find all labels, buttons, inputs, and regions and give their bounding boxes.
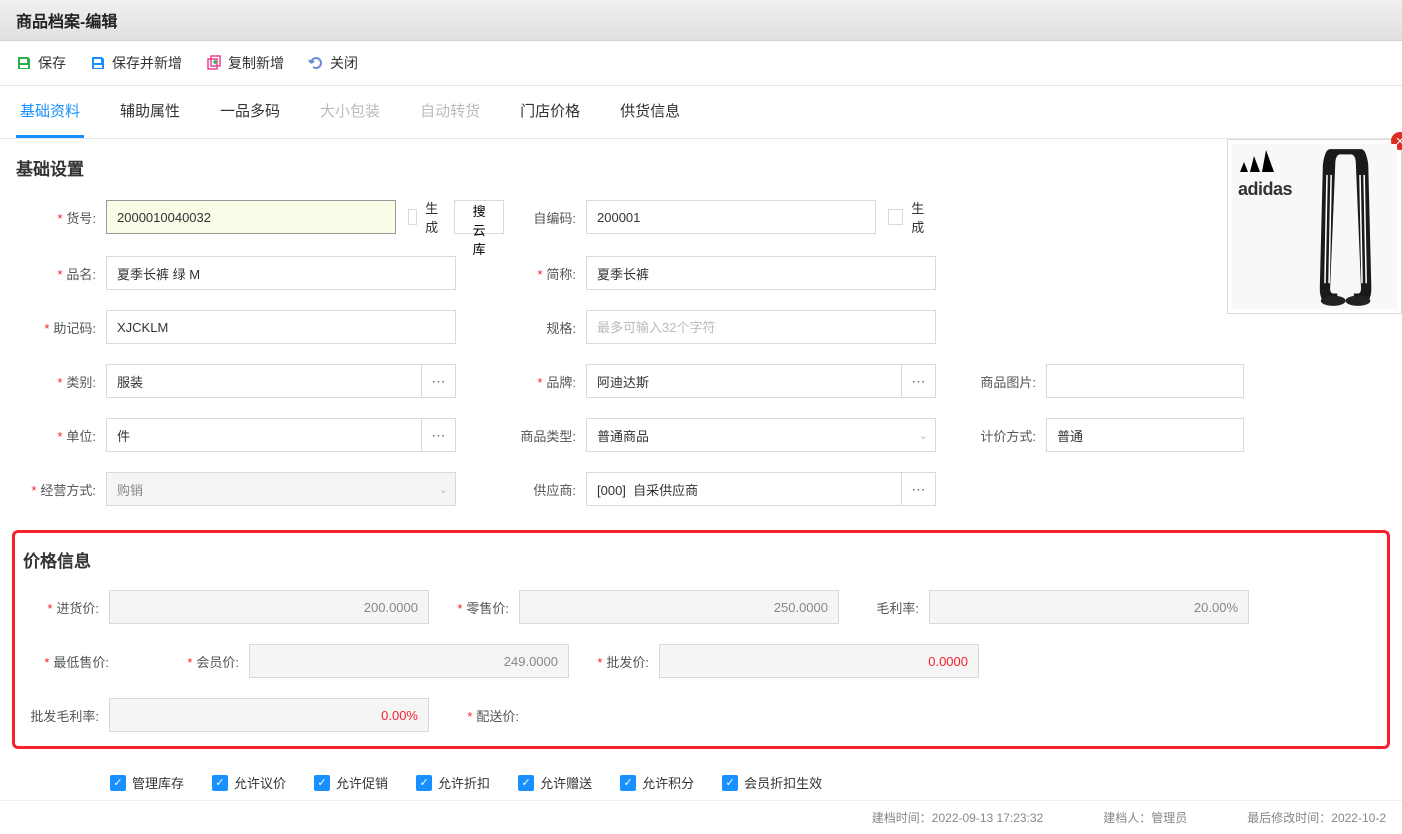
self-code-label: 自编码: (496, 208, 586, 227)
price-method-label: 计价方式: (976, 426, 1046, 445)
self-code-generate-checkbox[interactable] (888, 209, 903, 225)
brand-picker-button[interactable]: ⋯ (902, 364, 936, 398)
save-new-icon (90, 55, 106, 71)
gross-rate-input[interactable] (929, 590, 1249, 624)
mnemonic-input[interactable] (106, 310, 456, 344)
name-label: *品名: (16, 264, 106, 283)
tab-basic[interactable]: 基础资料 (16, 86, 84, 138)
product-image-box[interactable]: ✕ adidas (1227, 139, 1402, 314)
ws-gross-rate-input[interactable] (109, 698, 429, 732)
min-sale-label: *最低售价: (19, 652, 119, 671)
close-button[interactable]: 关闭 (308, 53, 358, 73)
delivery-label: *配送价: (429, 706, 529, 725)
unit-input[interactable] (106, 418, 422, 452)
tab-multicode[interactable]: 一品多码 (216, 86, 284, 138)
copy-new-label: 复制新增 (228, 53, 284, 73)
supplier-label: 供应商: (496, 480, 586, 499)
retail-label: *零售价: (429, 598, 519, 617)
generate-label: 生成 (425, 198, 438, 236)
spec-label: 规格: (496, 318, 586, 337)
undo-icon (308, 55, 324, 71)
ws-gross-rate-label: 批发毛利率: (19, 706, 109, 725)
biz-type-select[interactable] (106, 472, 456, 506)
category-picker-button[interactable]: ⋯ (422, 364, 456, 398)
item-no-generate-checkbox[interactable] (408, 209, 417, 225)
toolbar: 保存 保存并新增 复制新增 关闭 (0, 41, 1402, 86)
product-type-select[interactable] (586, 418, 936, 452)
page-title: 商品档案-编辑 (16, 8, 1386, 32)
copy-icon (206, 55, 222, 71)
tab-aux-attr[interactable]: 辅助属性 (116, 86, 184, 138)
check-manage-stock[interactable]: ✓管理库存 (110, 773, 184, 792)
member-input[interactable] (249, 644, 569, 678)
category-label: *类别: (16, 372, 106, 391)
unit-label: *单位: (16, 426, 106, 445)
member-label: *会员价: (159, 652, 249, 671)
window-header: 商品档案-编辑 (0, 0, 1402, 41)
purchase-label: *进货价: (19, 598, 109, 617)
check-allow-promo[interactable]: ✓允许促销 (314, 773, 388, 792)
short-name-input[interactable] (586, 256, 936, 290)
check-allow-gift[interactable]: ✓允许赠送 (518, 773, 592, 792)
gross-rate-label: 毛利率: (839, 598, 929, 617)
self-code-input[interactable] (586, 200, 876, 234)
item-no-label: *货号: (16, 208, 106, 227)
image-label: 商品图片: (976, 372, 1046, 391)
brand-label: *品牌: (496, 372, 586, 391)
unit-picker-button[interactable]: ⋯ (422, 418, 456, 452)
save-label: 保存 (38, 53, 66, 73)
supplier-picker-button[interactable]: ⋯ (902, 472, 936, 506)
wholesale-label: *批发价: (569, 652, 659, 671)
generate-label-2: 生成 (911, 198, 936, 236)
biz-type-label: *经营方式: (16, 480, 106, 499)
price-method-input[interactable] (1046, 418, 1244, 452)
check-allow-points[interactable]: ✓允许积分 (620, 773, 694, 792)
update-time: 最后修改时间：2022-10-2 (1247, 809, 1386, 826)
brand-input[interactable] (586, 364, 902, 398)
tab-supply[interactable]: 供货信息 (616, 86, 684, 138)
create-by: 建档人：管理员 (1103, 809, 1187, 826)
save-icon (16, 55, 32, 71)
image-input[interactable] (1046, 364, 1244, 398)
name-input[interactable] (106, 256, 456, 290)
copy-new-button[interactable]: 复制新增 (206, 53, 284, 73)
brand-logo-text: adidas (1238, 179, 1292, 200)
footer: 建档时间：2022-09-13 17:23:32 建档人：管理员 最后修改时间：… (0, 800, 1402, 834)
price-section: 价格信息 *进货价: *零售价: 毛利率: *最低售价: *会员价: *批发价:… (12, 530, 1390, 749)
product-type-label: 商品类型: (496, 426, 586, 445)
supplier-input[interactable] (586, 472, 902, 506)
image-preview-panel: ✕ adidas 图 1. 2. (1227, 139, 1402, 314)
check-allow-discount[interactable]: ✓允许折扣 (416, 773, 490, 792)
spec-input[interactable] (586, 310, 936, 344)
mnemonic-label: *助记码: (16, 318, 106, 337)
short-name-label: *简称: (496, 264, 586, 283)
purchase-input[interactable] (109, 590, 429, 624)
tab-auto-transfer: 自动转货 (416, 86, 484, 138)
close-label: 关闭 (330, 53, 358, 73)
wholesale-input[interactable] (659, 644, 979, 678)
tabs: 基础资料 辅助属性 一品多码 大小包装 自动转货 门店价格 供货信息 (0, 86, 1402, 139)
category-input[interactable] (106, 364, 422, 398)
save-new-button[interactable]: 保存并新增 (90, 53, 182, 73)
create-time: 建档时间：2022-09-13 17:23:32 (872, 809, 1043, 826)
tab-store-price[interactable]: 门店价格 (516, 86, 584, 138)
item-no-input[interactable] (106, 200, 396, 234)
save-new-label: 保存并新增 (112, 53, 182, 73)
basic-title: 基础设置 (16, 155, 1386, 180)
price-title: 价格信息 (23, 547, 1383, 572)
save-button[interactable]: 保存 (16, 53, 66, 73)
tab-packaging: 大小包装 (316, 86, 384, 138)
check-allow-bargain[interactable]: ✓允许议价 (212, 773, 286, 792)
checkbox-row: ✓管理库存 ✓允许议价 ✓允许促销 ✓允许折扣 ✓允许赠送 ✓允许积分 ✓会员折… (0, 757, 1402, 800)
check-member-discount[interactable]: ✓会员折扣生效 (722, 773, 822, 792)
basic-section: 基础设置 ✕ adidas 图 (0, 139, 1402, 522)
retail-input[interactable] (519, 590, 839, 624)
